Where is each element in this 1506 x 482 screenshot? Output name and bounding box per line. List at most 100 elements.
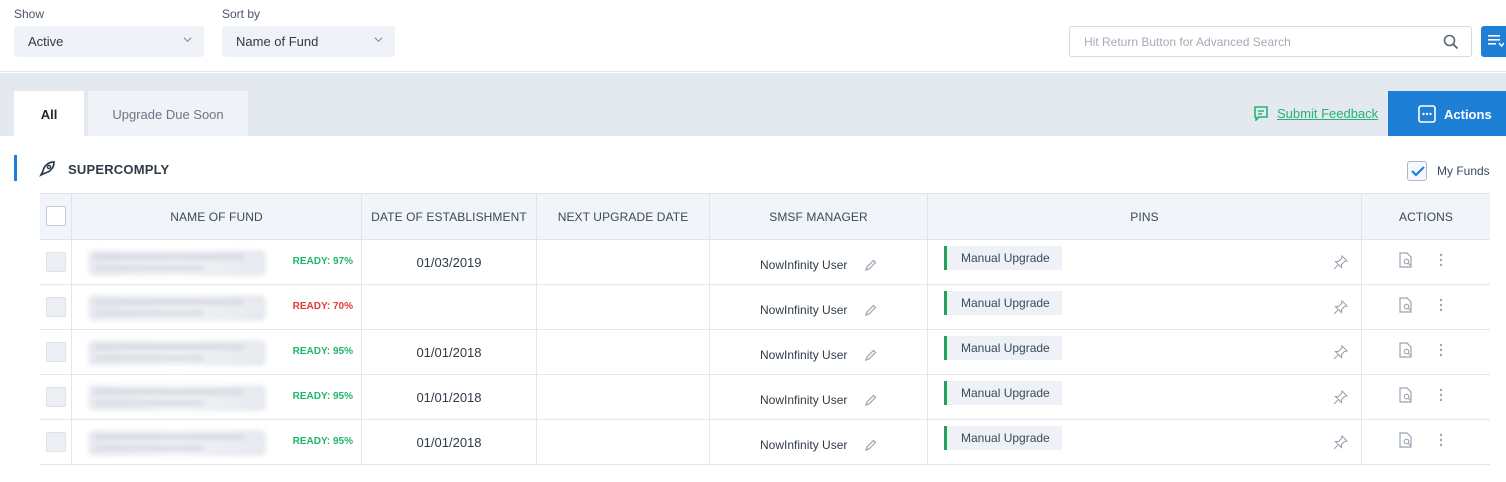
readiness-badge: READY: 97% (292, 256, 353, 267)
pencil-icon[interactable] (865, 439, 877, 451)
kebab-icon[interactable] (1439, 388, 1443, 402)
document-search-icon[interactable] (1399, 252, 1413, 268)
document-search-icon[interactable] (1399, 432, 1413, 448)
tabs-band: All Upgrade Due Soon Submit Feedback Act… (0, 73, 1506, 136)
submit-feedback-link[interactable]: Submit Feedback (1254, 106, 1379, 121)
establishment-date-cell (362, 285, 537, 329)
show-label: Show (14, 7, 45, 21)
dots-square-icon (1418, 105, 1436, 123)
select-all-checkbox[interactable] (46, 206, 66, 226)
chevron-down-icon (183, 37, 192, 43)
tab-upgrade-due-soon[interactable]: Upgrade Due Soon (88, 91, 248, 136)
col-name-of-fund[interactable]: NAME OF FUND (72, 194, 362, 240)
fund-name-cell[interactable]: READY: 95% (72, 420, 362, 464)
row-checkbox-cell (40, 285, 72, 329)
establishment-date: 01/01/2018 (416, 345, 482, 360)
pin-tag[interactable]: Manual Upgrade (944, 291, 1062, 315)
smsf-manager-cell: NowInfinity User (710, 285, 928, 329)
actions-cell (1362, 285, 1490, 329)
pin-tag[interactable]: Manual Upgrade (944, 336, 1062, 360)
pins-cell: Manual Upgrade (928, 375, 1362, 419)
row-checkbox[interactable] (46, 252, 66, 272)
col-actions: ACTIONS (1398, 210, 1454, 224)
pin-icon[interactable] (1333, 345, 1348, 360)
readiness-badge: READY: 95% (292, 436, 353, 447)
kebab-icon[interactable] (1439, 298, 1443, 312)
fund-name-redacted (88, 250, 266, 276)
readiness-badge: READY: 95% (292, 346, 353, 357)
smsf-manager-name: NowInfinity User (760, 258, 848, 272)
table-row[interactable]: READY: 95% 01/01/2018 NowInfinity User Manu… (40, 330, 1490, 375)
pins-cell: Manual Upgrade (928, 240, 1362, 284)
pin-icon[interactable] (1333, 390, 1348, 405)
show-select-value: Active (28, 34, 64, 49)
pin-icon[interactable] (1333, 255, 1348, 270)
sort-label: Sort by (222, 7, 261, 21)
row-checkbox[interactable] (46, 432, 66, 452)
table-row[interactable]: READY: 95% 01/01/2018 NowInfinity User Manu… (40, 375, 1490, 420)
pins-cell: Manual Upgrade (928, 330, 1362, 374)
pin-tag[interactable]: Manual Upgrade (944, 246, 1062, 270)
table-row[interactable]: READY: 97% 01/03/2019 NowInfinity User Manu… (40, 240, 1490, 285)
table-row[interactable]: READY: 70% NowInfinity User Manual Upgrade (40, 285, 1490, 330)
fund-name-redacted (88, 295, 266, 321)
pin-icon[interactable] (1333, 435, 1348, 450)
smsf-manager-name: NowInfinity User (760, 438, 848, 452)
fund-name-cell[interactable]: READY: 97% (72, 240, 362, 284)
row-checkbox[interactable] (46, 387, 66, 407)
show-select[interactable]: Active (14, 26, 204, 57)
submit-feedback-label: Submit Feedback (1277, 106, 1379, 121)
col-date-of-establishment[interactable]: DATE OF ESTABLISHMENT (362, 194, 537, 240)
kebab-icon[interactable] (1439, 343, 1443, 357)
pins-cell: Manual Upgrade (928, 285, 1362, 329)
col-smsf-manager[interactable]: SMSF MANAGER (710, 194, 928, 240)
search-icon[interactable] (1443, 34, 1459, 50)
document-search-icon[interactable] (1399, 387, 1413, 403)
smsf-manager-name: NowInfinity User (760, 393, 848, 407)
sort-select-value: Name of Fund (236, 34, 319, 49)
establishment-date: 01/03/2019 (416, 255, 482, 270)
next-upgrade-date-cell (537, 285, 710, 329)
advanced-search-button[interactable] (1481, 26, 1506, 57)
table-row[interactable]: READY: 95% 01/01/2018 NowInfinity User Manu… (40, 420, 1490, 465)
actions-label: Actions (1444, 107, 1492, 122)
actions-cell (1362, 375, 1490, 419)
pencil-icon[interactable] (865, 394, 877, 406)
pin-tag[interactable]: Manual Upgrade (944, 381, 1062, 405)
row-checkbox[interactable] (46, 297, 66, 317)
tab-all[interactable]: All (14, 91, 84, 136)
document-search-icon[interactable] (1399, 342, 1413, 358)
col-next-upgrade-date[interactable]: NEXT UPGRADE DATE (537, 194, 710, 240)
search-box (1069, 26, 1472, 57)
row-checkbox-cell (40, 330, 72, 374)
fund-name-redacted (88, 430, 266, 456)
search-input[interactable] (1070, 27, 1430, 56)
document-search-icon[interactable] (1399, 297, 1413, 313)
pencil-icon[interactable] (865, 304, 877, 316)
establishment-date-cell: 01/03/2019 (362, 240, 537, 284)
my-funds-checkbox[interactable] (1407, 161, 1427, 181)
smsf-manager-cell: NowInfinity User (710, 330, 928, 374)
col-pins: PINS (928, 194, 1362, 240)
pin-tag[interactable]: Manual Upgrade (944, 426, 1062, 450)
actions-cell (1362, 240, 1490, 284)
fund-name-cell[interactable]: READY: 95% (72, 330, 362, 374)
kebab-icon[interactable] (1439, 253, 1443, 267)
row-checkbox-cell (40, 420, 72, 464)
kebab-icon[interactable] (1439, 433, 1443, 447)
actions-button[interactable]: Actions (1388, 91, 1506, 136)
row-checkbox[interactable] (46, 342, 66, 362)
sort-select[interactable]: Name of Fund (222, 26, 395, 57)
next-upgrade-date-cell (537, 240, 710, 284)
fund-name-cell[interactable]: READY: 95% (72, 375, 362, 419)
smsf-manager-name: NowInfinity User (760, 348, 848, 362)
table-header: NAME OF FUND DATE OF ESTABLISHMENT NEXT … (40, 193, 1490, 240)
establishment-date-cell: 01/01/2018 (362, 375, 537, 419)
pencil-icon[interactable] (865, 349, 877, 361)
chat-icon (1254, 106, 1268, 121)
pin-icon[interactable] (1333, 300, 1348, 315)
pencil-icon[interactable] (865, 259, 877, 271)
next-upgrade-date-cell (537, 375, 710, 419)
next-upgrade-date-cell (537, 330, 710, 374)
fund-name-cell[interactable]: READY: 70% (72, 285, 362, 329)
